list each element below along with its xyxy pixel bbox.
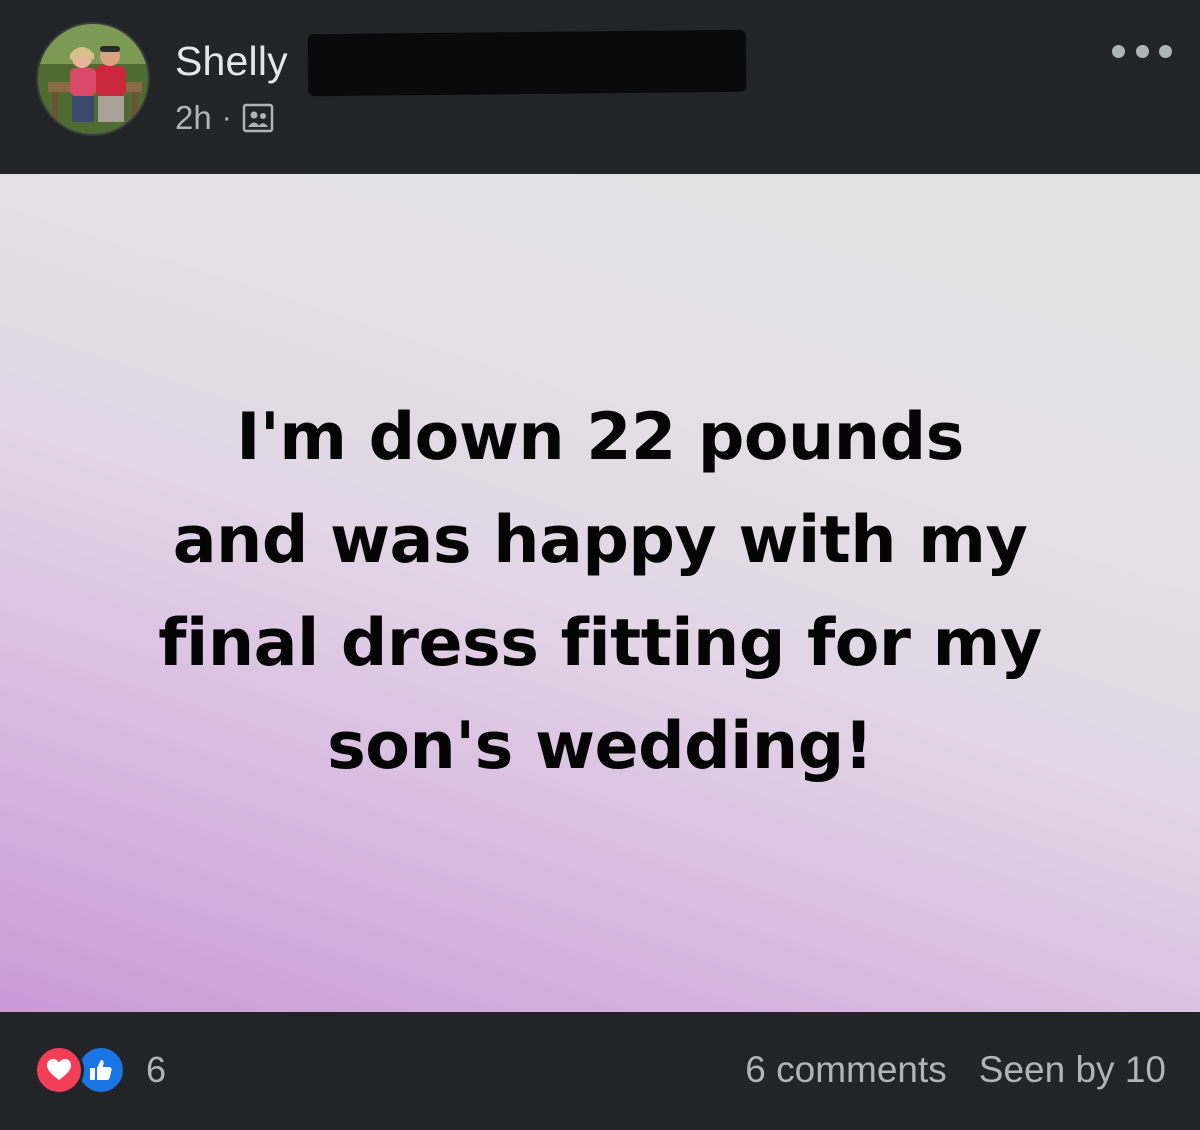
- comments-link[interactable]: 6 comments: [745, 1049, 947, 1091]
- thumbs-up-icon: [90, 1060, 112, 1080]
- more-options-icon[interactable]: [1112, 36, 1172, 66]
- profile-avatar[interactable]: [36, 22, 150, 136]
- redacted-surname-marker: [307, 29, 747, 97]
- dot-icon: [1112, 44, 1125, 58]
- author-name[interactable]: Shelly: [175, 38, 288, 85]
- post-header: Shelly 2h ·: [0, 0, 1200, 174]
- status-background-card: I'm down 22 pounds and was happy with my…: [0, 174, 1200, 1012]
- post-timestamp[interactable]: 2h: [175, 99, 212, 137]
- heart-icon: [47, 1059, 71, 1080]
- facebook-post: Shelly 2h · I'm down 22 pounds and was h…: [0, 0, 1200, 1130]
- status-line: final dress fitting for my: [158, 606, 1042, 681]
- friends-icon[interactable]: [242, 102, 274, 134]
- reaction-count: 6: [146, 1049, 167, 1090]
- meta-separator: ·: [221, 101, 232, 134]
- status-line: son's wedding!: [327, 709, 873, 784]
- love-icon: [34, 1045, 84, 1095]
- avatar-photo: [38, 24, 148, 134]
- status-line: and was happy with my: [172, 503, 1028, 578]
- post-stats: 6 comments Seen by 10: [745, 1048, 1166, 1092]
- seen-by-count[interactable]: Seen by 10: [979, 1049, 1166, 1091]
- dot-icon: [1159, 44, 1172, 58]
- status-text: I'm down 22 pounds and was happy with my…: [60, 386, 1140, 798]
- status-line: I'm down 22 pounds: [236, 400, 964, 475]
- reactions-summary[interactable]: 6: [34, 1045, 166, 1095]
- dot-icon: [1135, 44, 1149, 58]
- post-meta: 2h ·: [175, 98, 274, 138]
